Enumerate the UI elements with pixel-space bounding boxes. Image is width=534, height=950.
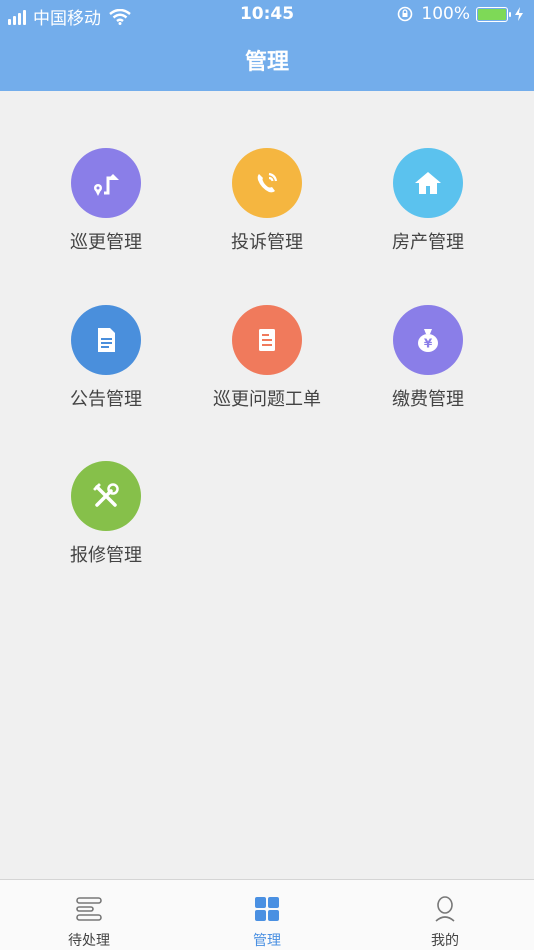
list-icon (0, 892, 178, 926)
page-title: 管理 (244, 50, 289, 75)
tile-label: 巡更问题工单 (213, 389, 321, 410)
patrol-management-tile[interactable]: 巡更管理 (26, 148, 186, 254)
phone-icon (232, 148, 302, 218)
patrol-route-icon (71, 148, 141, 218)
grid-icon (178, 892, 356, 926)
payment-management-tile[interactable]: ¥ 缴费管理 (348, 305, 508, 411)
bottom-tab-bar: 待处理 管理 我的 (0, 879, 534, 950)
tile-label: 公告管理 (70, 389, 142, 410)
tab-label: 待处理 (68, 933, 110, 949)
tile-label: 房产管理 (392, 232, 464, 253)
repair-management-tile[interactable]: 报修管理 (26, 461, 186, 567)
tab-mine[interactable]: 我的 (356, 880, 534, 950)
tile-label: 报修管理 (70, 545, 142, 566)
tile-label: 投诉管理 (231, 232, 303, 253)
tile-label: 巡更管理 (70, 232, 142, 253)
battery-percent: 100% (421, 4, 470, 24)
user-icon (356, 892, 534, 926)
tile-label: 缴费管理 (392, 389, 464, 410)
tab-pending[interactable]: 待处理 (0, 880, 178, 950)
money-bag-icon: ¥ (393, 305, 463, 375)
work-order-icon (232, 305, 302, 375)
tab-label: 管理 (253, 933, 281, 949)
tab-label: 我的 (431, 933, 459, 949)
notice-management-tile[interactable]: 公告管理 (26, 305, 186, 411)
top-bar: 中国移动 10:45 100% 管理 (0, 0, 534, 91)
property-management-tile[interactable]: 房产管理 (348, 148, 508, 254)
battery-icon (476, 6, 511, 22)
tab-management[interactable]: 管理 (178, 880, 356, 950)
patrol-issue-order-tile[interactable]: 巡更问题工单 (187, 305, 347, 411)
house-icon (393, 148, 463, 218)
complaint-management-tile[interactable]: 投诉管理 (187, 148, 347, 254)
status-bar: 中国移动 10:45 100% (0, 0, 534, 30)
charging-icon (515, 7, 523, 21)
document-icon (71, 305, 141, 375)
rotation-lock-icon (398, 6, 413, 22)
tools-icon (71, 461, 141, 531)
svg-text:¥: ¥ (424, 337, 433, 351)
